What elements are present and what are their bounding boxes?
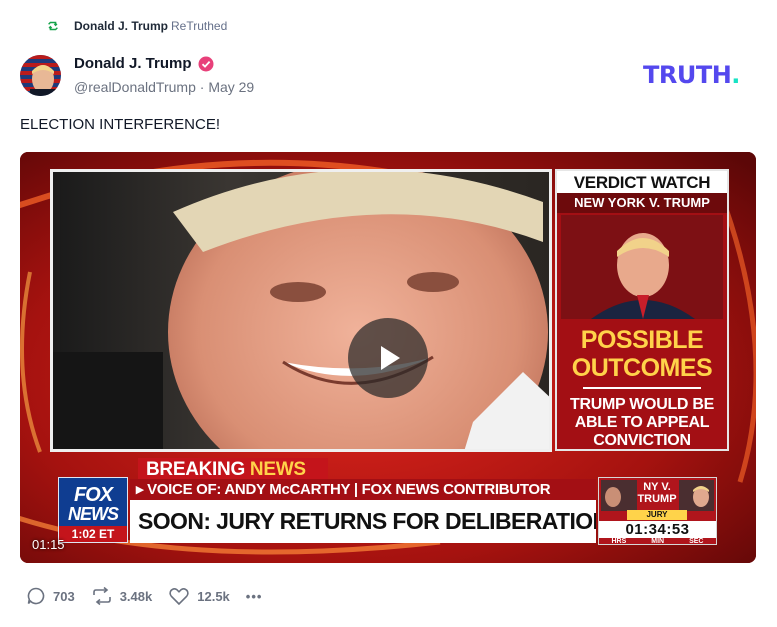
retruth-header: Donald J. Trump ReTruthed xyxy=(46,19,227,33)
verdict-panel: VERDICT WATCH NEW YORK V. TRUMP POSSIBLE… xyxy=(555,169,729,451)
meta-separator: · xyxy=(199,79,205,95)
verdict-title: VERDICT WATCH xyxy=(557,171,727,193)
deliberation-clock: NY V. TRUMP JURY DELIBERATION 01:34:53 H… xyxy=(598,477,717,545)
post-text: ELECTION INTERFERENCE! xyxy=(20,116,221,133)
like-button[interactable]: 12.5k xyxy=(168,586,230,606)
clock-units: HRS MIN SEC xyxy=(611,538,704,545)
reply-icon xyxy=(27,587,45,605)
network-time: 1:02 ET xyxy=(59,526,127,542)
author-block: Donald J. Trump @realDonaldTrump · May 2… xyxy=(74,55,254,95)
play-button[interactable] xyxy=(348,318,428,398)
retruth-count: 3.48k xyxy=(119,588,153,604)
retruth-author[interactable]: Donald J. Trump xyxy=(74,19,168,33)
play-icon xyxy=(381,346,400,370)
fox-news-logo: FOX NEWS 1:02 ET xyxy=(58,477,128,543)
retruth-button[interactable]: 3.48k xyxy=(91,586,153,606)
video-main-image xyxy=(50,169,552,452)
more-options-button[interactable]: ••• xyxy=(246,589,263,604)
video-player[interactable]: VERDICT WATCH NEW YORK V. TRUMP POSSIBLE… xyxy=(20,152,756,563)
outcomes-divider xyxy=(583,387,701,389)
like-count: 12.5k xyxy=(197,588,230,604)
outcomes-line-1: POSSIBLE xyxy=(580,326,704,354)
truth-logo[interactable]: TRUTH. xyxy=(643,61,740,89)
retruth-action-icon xyxy=(92,586,111,606)
retruth-icon xyxy=(48,21,58,31)
clock-time: 01:34:53 xyxy=(599,521,716,538)
author-handle[interactable]: @realDonaldTrump xyxy=(74,79,196,95)
reply-count: 703 xyxy=(53,588,75,604)
clock-label: NY V. TRUMP xyxy=(637,481,677,505)
verified-badge-icon xyxy=(198,56,214,71)
avatar[interactable] xyxy=(20,55,61,96)
chyron-headline: SOON: JURY RETURNS FOR DELIBERATIONS xyxy=(130,500,596,543)
heart-icon xyxy=(169,588,189,606)
outcomes-body: TRUMP WOULD BE ABLE TO APPEAL CONVICTION xyxy=(570,396,714,449)
verdict-photo xyxy=(561,215,723,319)
clock-subtitle: JURY DELIBERATION xyxy=(627,510,687,529)
outcomes-line-2: OUTCOMES xyxy=(571,354,713,382)
post-date[interactable]: May 29 xyxy=(208,79,254,95)
verdict-subtitle: NEW YORK V. TRUMP xyxy=(557,193,727,213)
reply-button[interactable]: 703 xyxy=(26,586,75,606)
retruth-label: ReTruthed xyxy=(171,19,228,33)
action-bar: 703 3.48k 12.5k ••• xyxy=(26,586,278,606)
video-duration: 01:15 xyxy=(32,537,65,552)
more-icon: ••• xyxy=(245,588,263,604)
author-name[interactable]: Donald J. Trump xyxy=(74,55,192,72)
voice-of-bar: ▸ VOICE OF: ANDY McCARTHY | FOX NEWS CON… xyxy=(130,479,596,500)
